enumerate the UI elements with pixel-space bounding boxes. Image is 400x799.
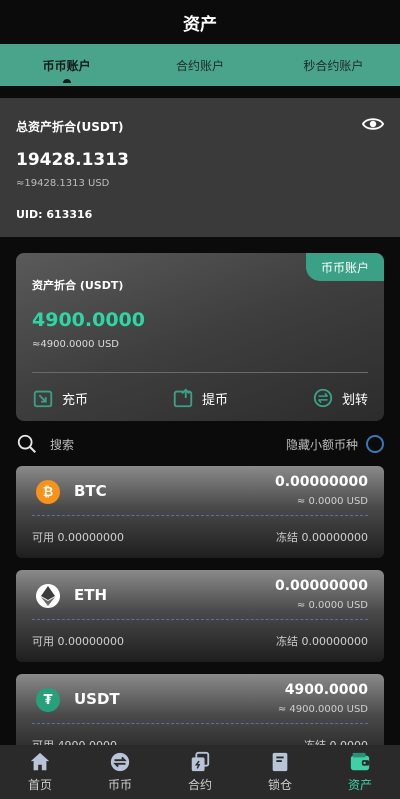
tab-contract-account[interactable]: 合约账户: [133, 44, 266, 86]
coin-divider: [32, 723, 368, 724]
coin-divider: [32, 515, 368, 516]
coin-name: BTC: [74, 482, 107, 500]
coin-divider: [32, 619, 368, 620]
search-input[interactable]: 搜索: [50, 436, 74, 453]
transfer-label: 划转: [341, 392, 368, 408]
coin-balance: 4900.0000: [284, 682, 368, 698]
coin-row-btc[interactable]: ₿ BTC 0.00000000 ≈ 0.0000 USD 可用 0.00000…: [16, 466, 384, 558]
search-icon[interactable]: [16, 433, 38, 455]
account-assets-label: 资产折合 (USDT): [32, 279, 124, 292]
home-icon: [30, 752, 50, 771]
exchange-icon: [110, 752, 130, 772]
transfer-icon: [313, 388, 333, 408]
coin-frozen: 冻结 0.00000000: [276, 531, 368, 544]
search-row: 搜索 隐藏小额币种: [16, 431, 384, 457]
btc-icon: ₿: [36, 480, 60, 504]
eye-icon[interactable]: [362, 116, 384, 132]
coin-available: 可用 0.00000000: [32, 531, 124, 544]
card-divider: [32, 372, 368, 373]
coin-name: USDT: [74, 690, 120, 708]
coin-usd-value: ≈ 4900.0000 USD: [277, 704, 368, 715]
eth-icon: [36, 584, 60, 608]
coin-balance: 0.00000000: [275, 578, 368, 594]
top-bar: 资产: [0, 0, 400, 44]
withdraw-icon: [173, 388, 193, 408]
nav-home[interactable]: 首页: [0, 745, 80, 799]
nav-assets-label: 资产: [347, 778, 372, 792]
account-assets-usd: ≈4900.0000 USD: [32, 339, 120, 350]
coin-frozen: 冻结 0.00000000: [276, 635, 368, 648]
nav-contract[interactable]: 合约: [160, 745, 240, 799]
account-assets-amount: 4900.0000: [32, 309, 145, 331]
nav-exchange-label: 币币: [107, 778, 132, 792]
bottom-navigation: 首页 币币 合约 锁仓 资产: [0, 745, 400, 799]
coin-available: 可用 0.00000000: [32, 635, 124, 648]
withdraw-button[interactable]: 提币: [172, 383, 228, 413]
deposit-label: 充币: [62, 392, 89, 408]
coin-name: ETH: [74, 586, 108, 604]
spot-account-card: 币币账户 资产折合 (USDT) 4900.0000 ≈4900.0000 US…: [16, 253, 384, 421]
tab-second-contract-account[interactable]: 秒合约账户: [267, 44, 400, 86]
hide-small-balance-label: 隐藏小额币种: [285, 437, 358, 452]
account-tabs: 币币账户 合约账户 秒合约账户: [0, 44, 400, 86]
hide-small-balance-toggle[interactable]: 隐藏小额币种: [286, 435, 384, 453]
total-assets-label: 总资产折合(USDT): [16, 120, 124, 134]
coin-row-eth[interactable]: ETH 0.00000000 ≈ 0.0000 USD 可用 0.0000000…: [16, 570, 384, 662]
nav-home-label: 首页: [27, 778, 52, 792]
deposit-icon: [33, 390, 53, 408]
nav-lock-label: 锁仓: [267, 778, 292, 792]
nav-exchange[interactable]: 币币: [80, 745, 160, 799]
withdraw-label: 提币: [201, 392, 228, 408]
account-badge: 币币账户: [306, 253, 384, 281]
page-title: 资产: [183, 14, 217, 35]
transfer-button[interactable]: 划转: [312, 383, 368, 413]
nav-assets[interactable]: 资产: [320, 745, 400, 799]
hide-small-balance-radio[interactable]: [366, 435, 384, 453]
user-uid: UID: 613316: [16, 208, 93, 221]
lock-icon: [272, 752, 288, 772]
total-assets-amount: 19428.1313: [16, 150, 129, 170]
wallet-icon: [350, 752, 370, 771]
usdt-icon: ₮: [36, 688, 60, 712]
coin-balance: 0.00000000: [275, 474, 368, 490]
coin-usd-value: ≈ 0.0000 USD: [296, 600, 368, 611]
contract-icon: [191, 751, 210, 772]
tab-spot-account[interactable]: 币币账户: [0, 44, 133, 86]
total-assets-usd: ≈19428.1313 USD: [16, 178, 110, 189]
coin-usd-value: ≈ 0.0000 USD: [296, 496, 368, 507]
deposit-button[interactable]: 充币: [32, 383, 88, 413]
total-assets-panel: 总资产折合(USDT) 19428.1313 ≈19428.1313 USD U…: [0, 98, 400, 237]
nav-contract-label: 合约: [187, 778, 212, 792]
nav-lock[interactable]: 锁仓: [240, 745, 320, 799]
